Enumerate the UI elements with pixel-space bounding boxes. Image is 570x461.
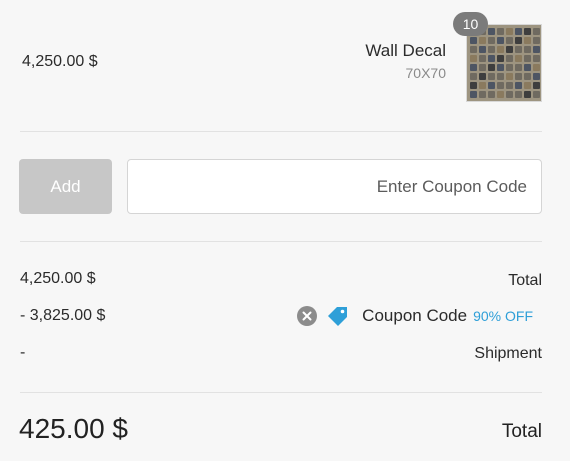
subtotal-label: Total — [508, 272, 542, 289]
quantity-badge: 10 — [453, 12, 488, 36]
cart-summary: 4,250.00 $ Wall Decal 70X70 10 Add 4,250… — [0, 0, 570, 461]
divider — [20, 241, 542, 242]
coupon-label: Coupon Code — [362, 306, 468, 325]
divider — [20, 131, 542, 132]
product-name[interactable]: Wall Decal — [365, 41, 446, 61]
discount-value: - 3,825.00 $ — [20, 307, 106, 324]
close-circle-icon[interactable] — [297, 306, 318, 326]
divider — [20, 392, 542, 393]
applied-coupon: Coupon Code 90% OFF — [297, 305, 533, 327]
product-price: 4,250.00 $ — [22, 53, 98, 70]
subtotal-value: 4,250.00 $ — [20, 270, 96, 287]
shipment-value: - — [20, 344, 26, 361]
coupon-discount: 90% OFF — [473, 308, 533, 324]
add-coupon-button[interactable]: Add — [19, 159, 112, 214]
price-tag-icon — [327, 305, 349, 327]
shipment-label: Shipment — [474, 345, 542, 362]
wall-decal-image — [470, 28, 540, 98]
coupon-code-input[interactable] — [127, 159, 542, 214]
grand-total-value: 425.00 $ — [19, 413, 128, 444]
grand-total-label: Total — [501, 421, 542, 442]
product-size: 70X70 — [405, 65, 446, 81]
